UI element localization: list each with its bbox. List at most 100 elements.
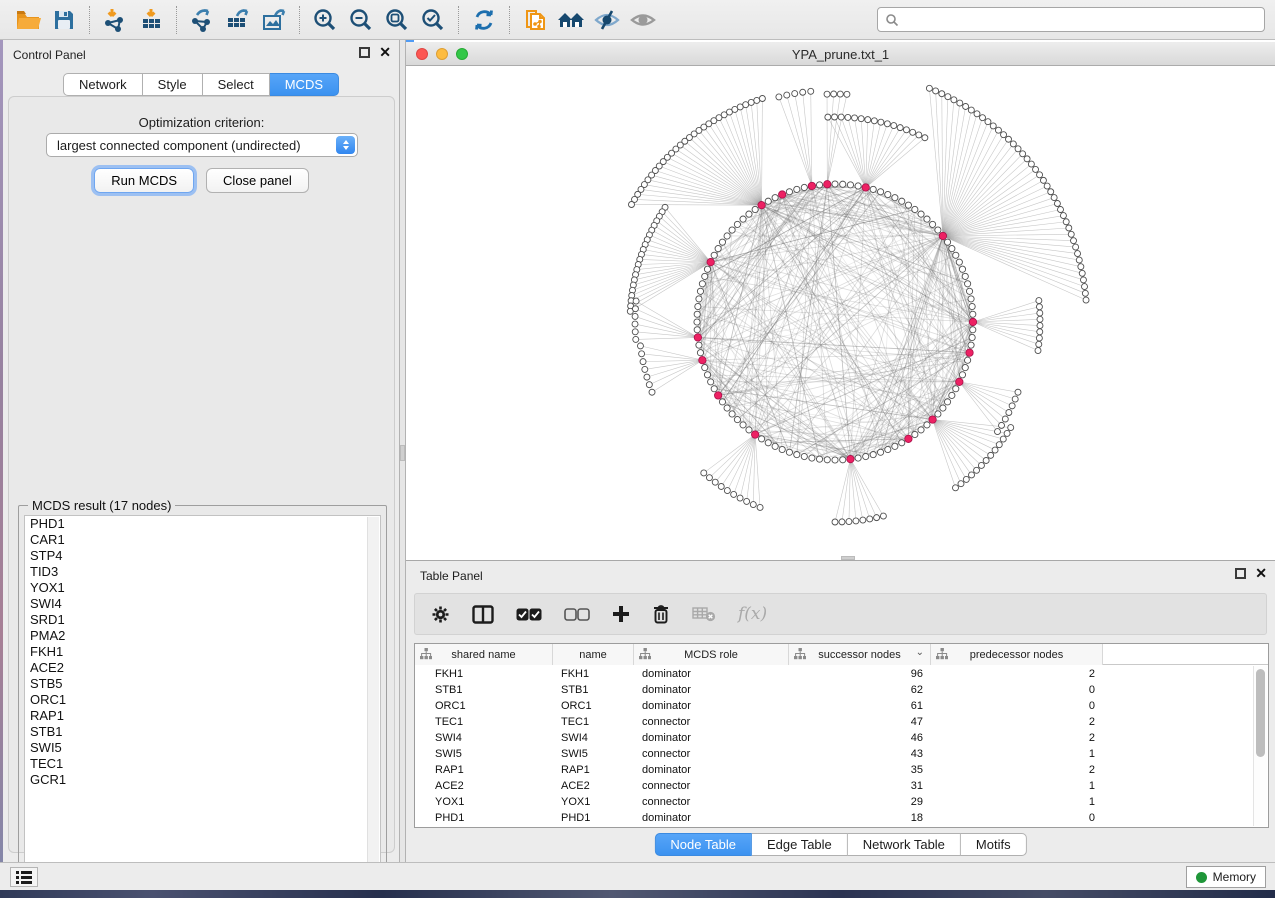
table-row[interactable]: ORC1ORC1dominator610 [415, 698, 1268, 714]
table-row[interactable]: YOX1YOX1connector291 [415, 794, 1268, 810]
namespace-tree-icon [794, 648, 806, 664]
mcds-result-item[interactable]: SRD1 [25, 612, 380, 628]
tab-mcds[interactable]: MCDS [270, 73, 339, 96]
zoom-in-icon[interactable] [307, 4, 343, 36]
table-row[interactable]: RAP1RAP1dominator352 [415, 762, 1268, 778]
mcds-result-list[interactable]: PHD1CAR1STP4TID3YOX1SWI4SRD1PMA2FKH1ACE2… [24, 515, 381, 871]
open-session-icon[interactable] [10, 4, 46, 36]
mcds-result-item[interactable]: PMA2 [25, 628, 380, 644]
mcds-result-item[interactable]: CAR1 [25, 532, 380, 548]
deselect-all-checkboxes-icon[interactable] [564, 608, 590, 621]
cell-successor_nodes: 46 [789, 730, 923, 746]
control-panel: Control Panel ✕ NetworkStyleSelectMCDS O… [3, 40, 400, 862]
tab-select[interactable]: Select [203, 73, 270, 96]
cell-predecessor_nodes: 0 [931, 682, 1095, 698]
table-tab-network-table[interactable]: Network Table [848, 833, 961, 856]
mcds-tab-content: Optimization criterion: largest connecte… [8, 96, 395, 853]
table-panel-tabs: Node TableEdge TableNetwork TableMotifs [654, 833, 1026, 856]
optimization-criterion-dropdown[interactable]: largest connected component (undirected) [46, 133, 358, 157]
mcds-result-item[interactable]: STP4 [25, 548, 380, 564]
mcds-result-item[interactable]: SWI4 [25, 596, 380, 612]
mcds-result-item[interactable]: RAP1 [25, 708, 380, 724]
select-all-checkboxes-icon[interactable] [516, 608, 542, 621]
table-row[interactable]: SWI4SWI4dominator462 [415, 730, 1268, 746]
import-network-icon[interactable] [97, 4, 133, 36]
mcds-result-item[interactable]: TEC1 [25, 756, 380, 772]
houses-icon[interactable] [553, 4, 589, 36]
table-row[interactable]: ACE2ACE2connector311 [415, 778, 1268, 794]
clone-network-icon[interactable] [517, 4, 553, 36]
sort-chevron-icon[interactable]: ⌄ [916, 647, 924, 658]
table-scrollbar-thumb[interactable] [1256, 669, 1265, 757]
table-tab-node-table[interactable]: Node Table [654, 833, 752, 856]
memory-button[interactable]: Memory [1186, 866, 1266, 888]
mcds-result-item[interactable]: PHD1 [25, 516, 380, 532]
tab-style[interactable]: Style [143, 73, 203, 96]
apply-layout-icon[interactable] [466, 4, 502, 36]
splitter-grip-horizontal[interactable] [841, 556, 855, 560]
mcds-result-item[interactable]: YOX1 [25, 580, 380, 596]
close-panel-button[interactable]: Close panel [206, 168, 309, 193]
network-titlebar[interactable]: YPA_prune.txt_1 [406, 42, 1275, 66]
zoom-out-icon[interactable] [343, 4, 379, 36]
cell-name: TEC1 [561, 714, 634, 730]
toolbar-separator [509, 6, 510, 34]
toolbar-separator [176, 6, 177, 34]
mcds-result-item[interactable]: STB1 [25, 724, 380, 740]
import-table-icon[interactable] [133, 4, 169, 36]
mcds-result-item[interactable]: TID3 [25, 564, 380, 580]
splitter-grip[interactable] [400, 445, 405, 461]
search-box[interactable] [877, 7, 1265, 32]
run-mcds-button[interactable]: Run MCDS [94, 168, 194, 193]
mcds-result-item[interactable]: GCR1 [25, 772, 380, 788]
column-header-name[interactable]: name [553, 644, 634, 665]
gear-icon[interactable] [431, 605, 450, 624]
close-panel-icon[interactable]: ✕ [379, 47, 391, 58]
table-row[interactable]: PHD1PHD1dominator180 [415, 810, 1268, 826]
cell-successor_nodes: 43 [789, 746, 923, 762]
mcds-result-item[interactable]: SWI5 [25, 740, 380, 756]
export-table-icon[interactable] [220, 4, 256, 36]
column-header-shared-name[interactable]: shared name [415, 644, 553, 665]
list-scrollbar[interactable] [367, 517, 379, 869]
table-row[interactable]: STB1STB1dominator620 [415, 682, 1268, 698]
table-tab-edge-table[interactable]: Edge Table [752, 833, 848, 856]
column-header-successor-nodes[interactable]: successor nodes⌄ [789, 644, 931, 665]
network-graph-svg[interactable] [406, 66, 1275, 560]
cell-predecessor_nodes: 2 [931, 762, 1095, 778]
column-header-predecessor-nodes[interactable]: predecessor nodes [931, 644, 1103, 665]
table-tab-motifs[interactable]: Motifs [961, 833, 1027, 856]
column-header-label: shared name [451, 649, 515, 661]
float-panel-icon[interactable] [359, 47, 370, 58]
zoom-selected-icon[interactable] [415, 4, 451, 36]
node-table[interactable]: shared name nameMCDS rolesuccessor nodes⌄… [414, 643, 1269, 828]
mcds-result-item[interactable]: ACE2 [25, 660, 380, 676]
fit-content-icon[interactable] [379, 4, 415, 36]
network-canvas[interactable] [406, 66, 1275, 560]
table-row[interactable]: SWI5SWI5connector431 [415, 746, 1268, 762]
float-table-panel-icon[interactable] [1235, 568, 1246, 579]
export-image-icon[interactable] [256, 4, 292, 36]
mcds-result-item[interactable]: FKH1 [25, 644, 380, 660]
save-session-icon[interactable] [46, 4, 82, 36]
export-network-icon[interactable] [184, 4, 220, 36]
hide-edges-eye-icon[interactable] [589, 4, 625, 36]
search-input[interactable] [899, 13, 1257, 27]
cell-predecessor_nodes: 2 [931, 730, 1095, 746]
table-row[interactable]: TEC1TEC1connector472 [415, 714, 1268, 730]
mcds-result-item[interactable]: STB5 [25, 676, 380, 692]
add-column-icon[interactable] [612, 605, 630, 623]
cell-shared_name: PHD1 [435, 810, 553, 826]
show-graphics-eye-icon[interactable] [625, 4, 661, 36]
table-row[interactable]: FKH1FKH1dominator962 [415, 666, 1268, 682]
control-panel-header: Control Panel ✕ [3, 40, 399, 68]
task-history-button[interactable] [10, 867, 38, 887]
mcds-result-item[interactable]: ORC1 [25, 692, 380, 708]
trash-icon[interactable] [652, 604, 670, 624]
column-header-mcds-role[interactable]: MCDS role [634, 644, 789, 665]
optimization-criterion-label: Optimization criterion: [9, 115, 394, 130]
close-table-panel-icon[interactable]: ✕ [1255, 568, 1267, 579]
columns-icon[interactable] [472, 605, 494, 624]
tab-network[interactable]: Network [63, 73, 143, 96]
search-icon [885, 13, 899, 27]
